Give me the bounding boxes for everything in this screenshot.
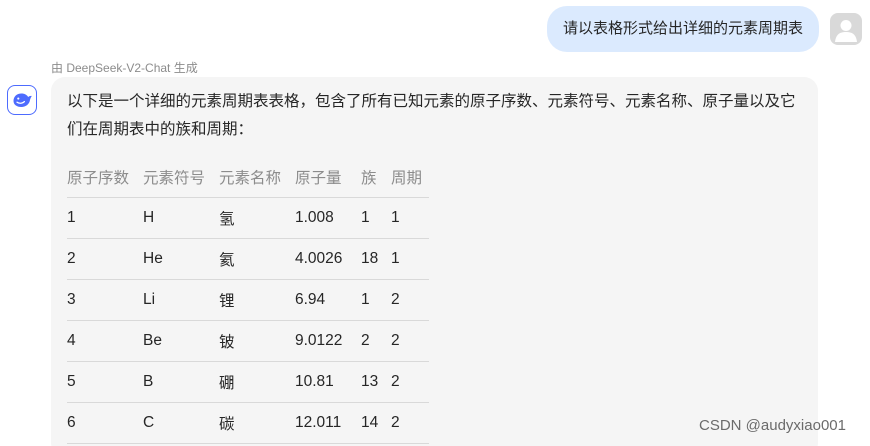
assistant-message: 以下是一个详细的元素周期表表格，包含了所有已知元素的原子序数、元素符号、元素名称… <box>51 77 818 446</box>
cell-name: 硼 <box>219 361 295 403</box>
assistant-intro-text: 以下是一个详细的元素周期表表格，包含了所有已知元素的原子序数、元素符号、元素名称… <box>67 93 796 138</box>
cell-symbol: Be <box>143 320 219 362</box>
cell-atomic-number: 4 <box>67 320 143 362</box>
cell-atomic-number: 5 <box>67 361 143 403</box>
cell-symbol: B <box>143 361 219 403</box>
deepseek-whale-icon <box>7 85 37 115</box>
periodic-table: 原子序数 元素符号 元素名称 原子量 族 周期 1 H 氢 1.008 1 1 <box>67 157 429 444</box>
cell-group: 18 <box>361 238 391 280</box>
cell-period: 2 <box>391 361 429 403</box>
cell-atomic-weight: 10.81 <box>295 361 361 403</box>
model-label: 由 DeepSeek-V2-Chat 生成 <box>51 61 198 75</box>
header-group: 族 <box>361 157 391 198</box>
table-row: 6 C 碳 12.011 14 2 <box>67 402 429 444</box>
cell-name: 锂 <box>219 279 295 321</box>
user-message-text: 请以表格形式给出详细的元素周期表 <box>562 20 803 37</box>
user-avatar-icon[interactable] <box>830 13 862 45</box>
user-message: 请以表格形式给出详细的元素周期表 <box>546 6 819 52</box>
header-atomic-weight: 原子量 <box>295 157 361 198</box>
cell-atomic-number: 2 <box>67 238 143 280</box>
chat-page: 请以表格形式给出详细的元素周期表 由 DeepSeek-V2-Chat 生成 以… <box>0 0 870 446</box>
table-row: 4 Be 铍 9.0122 2 2 <box>67 320 429 362</box>
cell-period: 1 <box>391 238 429 280</box>
table-row: 2 He 氦 4.0026 18 1 <box>67 238 429 280</box>
cell-group: 1 <box>361 197 391 239</box>
cell-name: 铍 <box>219 320 295 362</box>
header-name: 元素名称 <box>219 157 295 198</box>
watermark: CSDN @audyxiao001 <box>699 417 846 434</box>
cell-name: 氢 <box>219 197 295 239</box>
cell-group: 2 <box>361 320 391 362</box>
table-row: 1 H 氢 1.008 1 1 <box>67 197 429 239</box>
cell-atomic-weight: 12.011 <box>295 402 361 444</box>
cell-group: 13 <box>361 361 391 403</box>
cell-group: 1 <box>361 279 391 321</box>
table-row: 5 B 硼 10.81 13 2 <box>67 361 429 403</box>
header-atomic-number: 原子序数 <box>67 157 143 198</box>
cell-period: 1 <box>391 197 429 239</box>
cell-name: 氦 <box>219 238 295 280</box>
cell-atomic-number: 3 <box>67 279 143 321</box>
cell-period: 2 <box>391 402 429 444</box>
cell-atomic-weight: 1.008 <box>295 197 361 239</box>
table-header-row: 原子序数 元素符号 元素名称 原子量 族 周期 <box>67 157 429 198</box>
table-row: 3 Li 锂 6.94 1 2 <box>67 279 429 321</box>
cell-name: 碳 <box>219 402 295 444</box>
cell-symbol: H <box>143 197 219 239</box>
cell-period: 2 <box>391 279 429 321</box>
cell-atomic-weight: 4.0026 <box>295 238 361 280</box>
cell-symbol: C <box>143 402 219 444</box>
cell-atomic-number: 6 <box>67 402 143 444</box>
cell-atomic-number: 1 <box>67 197 143 239</box>
cell-symbol: Li <box>143 279 219 321</box>
cell-atomic-weight: 6.94 <box>295 279 361 321</box>
cell-atomic-weight: 9.0122 <box>295 320 361 362</box>
cell-symbol: He <box>143 238 219 280</box>
cell-period: 2 <box>391 320 429 362</box>
cell-group: 14 <box>361 402 391 444</box>
header-period: 周期 <box>391 157 429 198</box>
header-symbol: 元素符号 <box>143 157 219 198</box>
